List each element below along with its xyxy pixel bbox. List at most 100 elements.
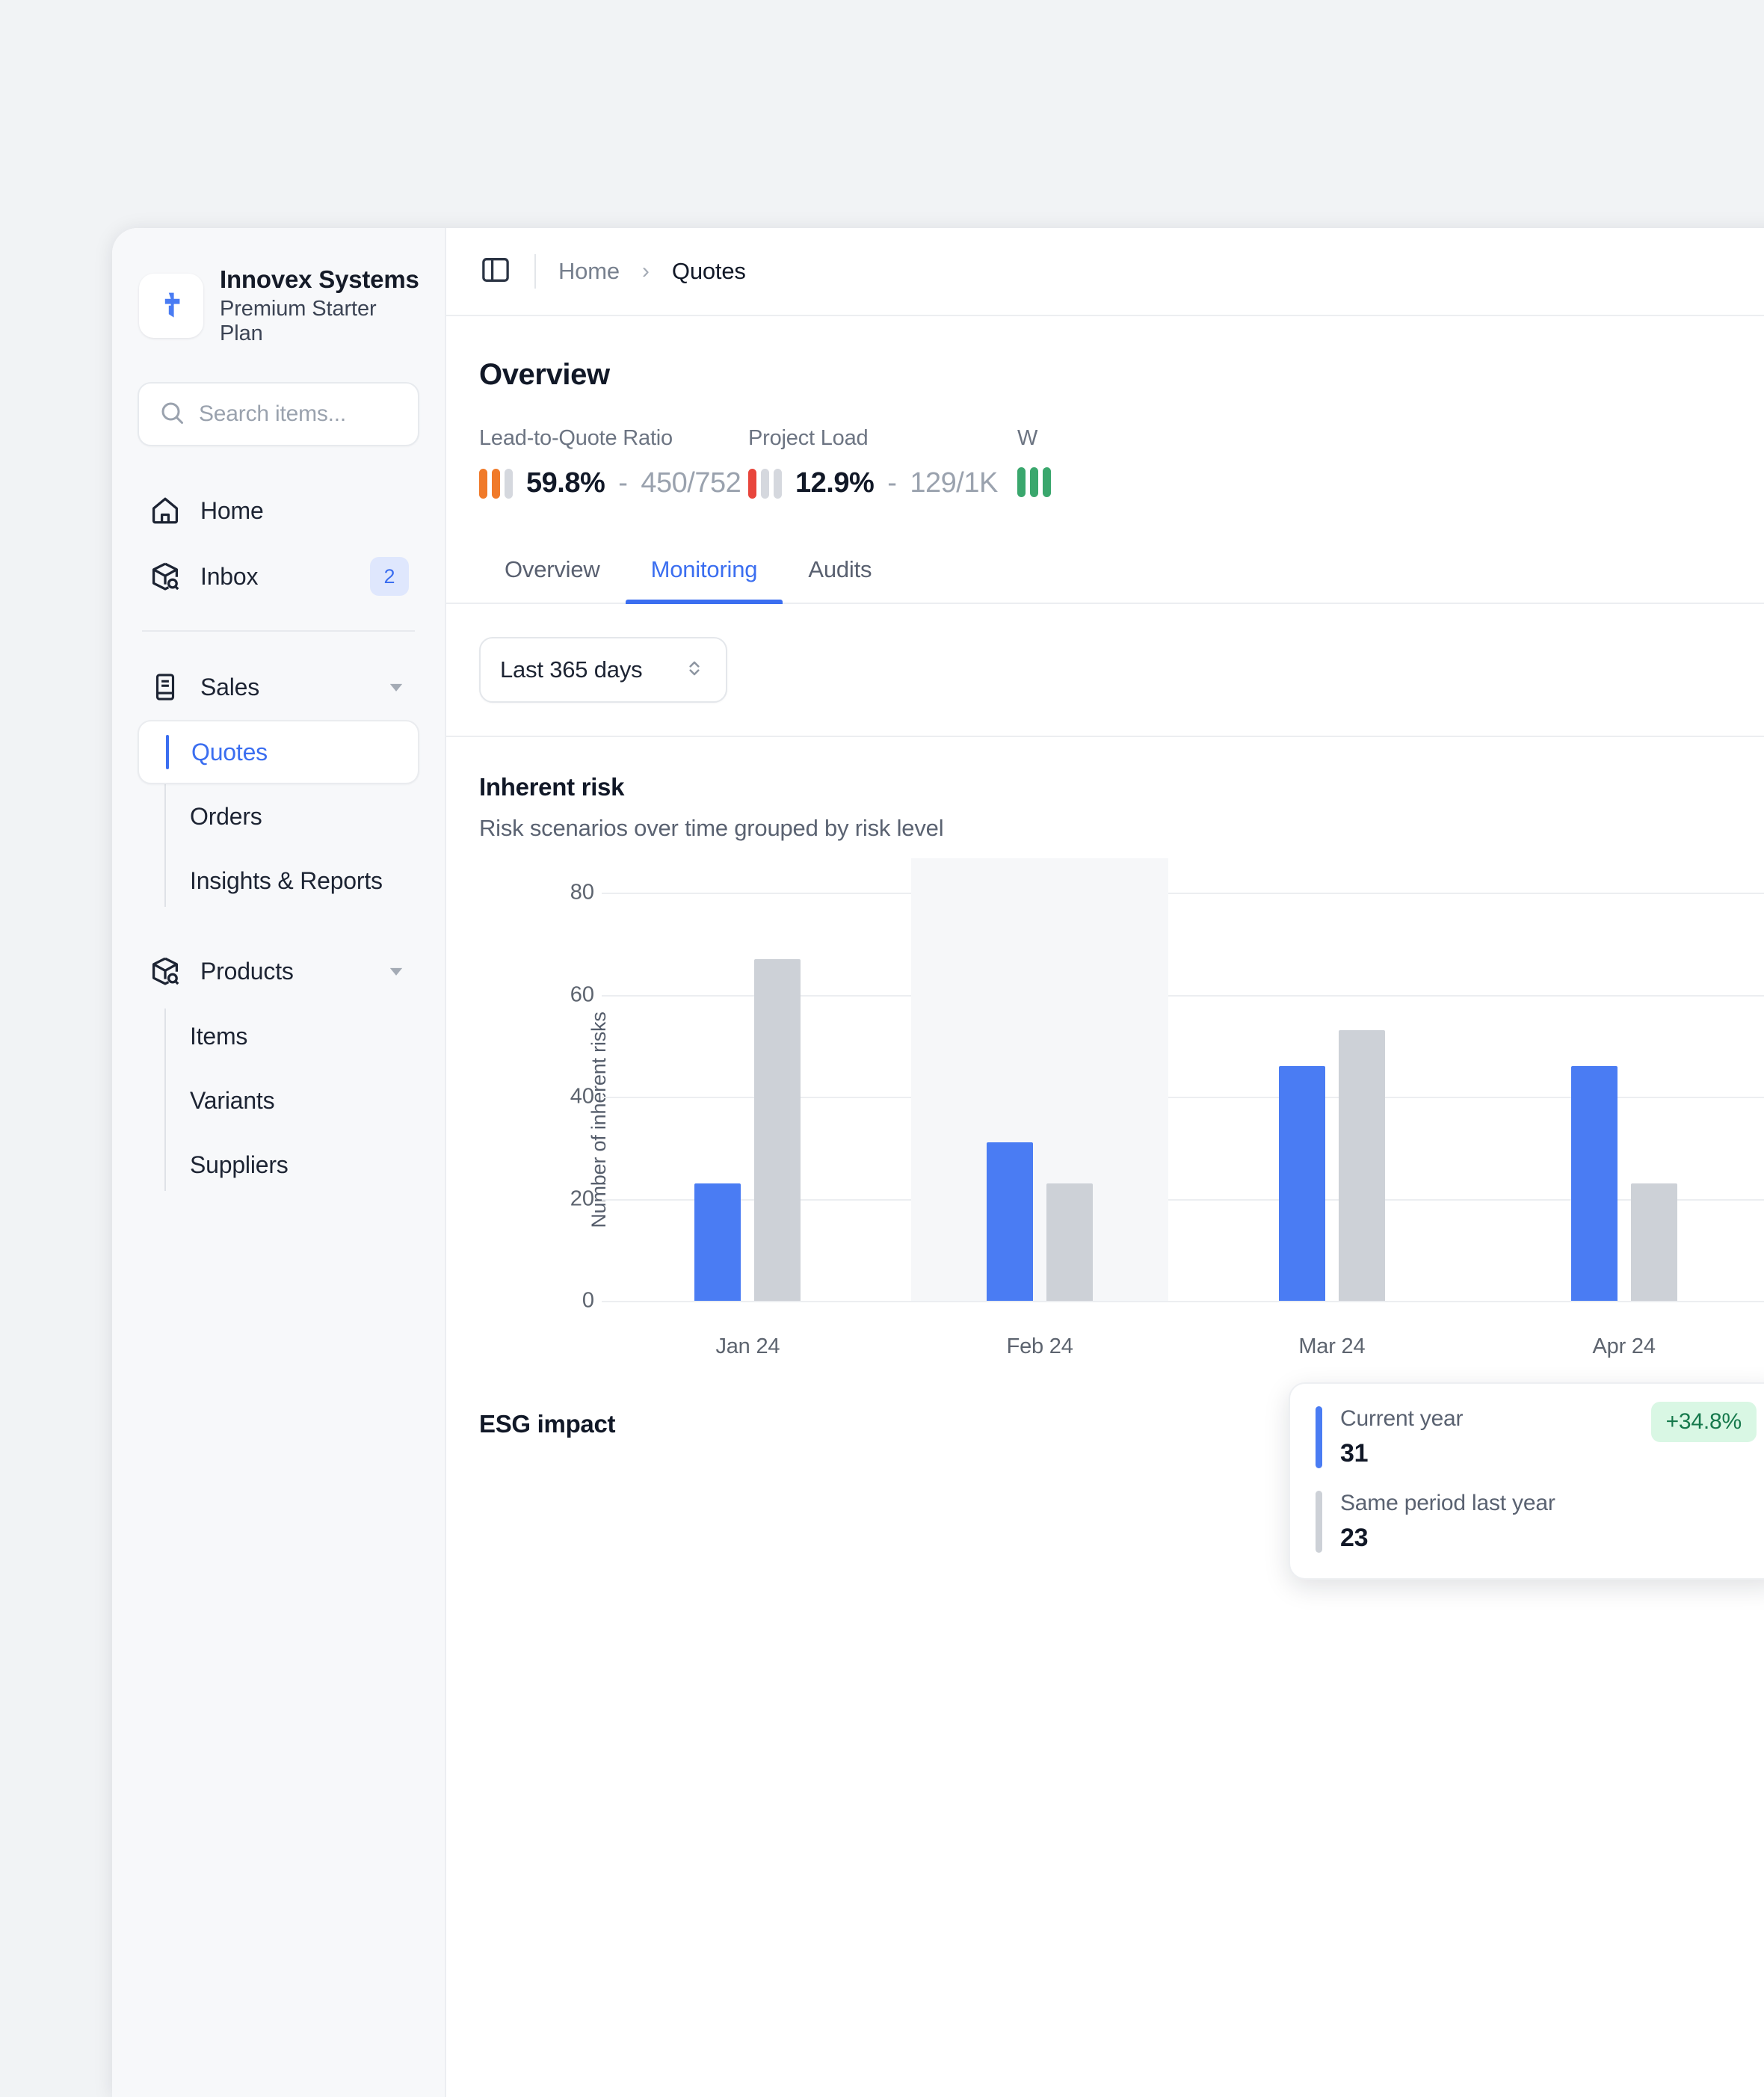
breadcrumb-home[interactable]: Home — [558, 258, 620, 285]
sidebar-item-quotes[interactable]: Quotes — [138, 720, 419, 784]
y-tick-0: 0 — [546, 1289, 594, 1314]
brand-header[interactable]: Innovex Systems Premium Starter Plan — [138, 259, 419, 346]
date-range-value: Last 365 days — [500, 656, 642, 683]
bar-group-feb[interactable]: Feb 24 — [894, 893, 1186, 1301]
breadcrumb-current: Quotes — [672, 258, 746, 285]
tab-audits[interactable]: Audits — [783, 543, 897, 603]
package-search-icon — [148, 559, 182, 594]
x-tick-label: Jan 24 — [602, 1334, 894, 1359]
chart-tooltip: Current year 31 +34.8% Same period last … — [1289, 1382, 1764, 1580]
tab-monitoring[interactable]: Monitoring — [626, 543, 783, 603]
sidebar-group-products[interactable]: Products — [138, 938, 419, 1004]
inbox-badge: 2 — [370, 557, 409, 596]
metric-truncated: W — [1017, 426, 1167, 499]
sidebar-item-label-home: Home — [200, 497, 409, 525]
metric-subvalue: 450/752 — [641, 467, 741, 499]
metric-level-indicator-icon — [748, 469, 782, 499]
bar-previous-feb[interactable] — [1046, 1183, 1093, 1301]
metric-dash: - — [618, 467, 627, 499]
sidebar-nav: Home Inbox 2 — [138, 478, 419, 1197]
x-tick-label: Apr 24 — [1478, 1334, 1764, 1359]
sidebar-group-label-products: Products — [200, 958, 366, 985]
chevron-down-icon[interactable] — [383, 674, 409, 700]
bar-previous-mar[interactable] — [1339, 1030, 1385, 1301]
chevron-right-icon: › — [642, 259, 650, 284]
metric-value: 59.8% — [526, 467, 605, 499]
overview-section: Overview Lead-to-Quote Ratio 59.8% - 450… — [446, 316, 1764, 499]
metric-lead-to-quote-ratio: Lead-to-Quote Ratio 59.8% - 450/752 — [479, 426, 748, 499]
breadcrumb: Home › Quotes — [558, 258, 746, 285]
tab-overview[interactable]: Overview — [479, 543, 626, 603]
search-placeholder: Search items... — [199, 401, 346, 427]
tooltip-row-previous: Same period last year 23 — [1316, 1491, 1755, 1553]
app-window: Innovex Systems Premium Starter Plan Sea… — [112, 228, 1764, 2097]
home-icon — [148, 493, 182, 528]
date-range-select[interactable]: Last 365 days — [479, 637, 727, 703]
chart-plot-area: 80 60 40 20 0 Jan 24 — [602, 893, 1764, 1301]
sidebar-item-label-insights-reports: Insights & Reports — [190, 867, 383, 895]
sidebar-subnav-sales: Quotes Orders Insights & Reports — [164, 720, 419, 913]
tab-label: Overview — [505, 556, 600, 582]
topbar: Home › Quotes — [446, 228, 1764, 316]
sidebar-toggle-icon[interactable] — [479, 253, 512, 290]
chart-bar-groups: Jan 24 Feb 24 Mar 24 — [602, 893, 1764, 1301]
bar-group-mar[interactable]: Mar 24 — [1186, 893, 1478, 1301]
sidebar-divider — [142, 630, 415, 632]
sidebar-group-label-sales: Sales — [200, 674, 366, 701]
bar-current-apr[interactable] — [1571, 1066, 1617, 1301]
sidebar-item-label-inbox: Inbox — [200, 563, 352, 591]
topbar-divider — [534, 254, 536, 289]
sidebar-item-home[interactable]: Home — [138, 478, 419, 544]
metric-label: W — [1017, 426, 1167, 451]
card-title: Inherent risk — [479, 773, 1764, 801]
metric-value: 12.9% — [795, 467, 874, 499]
search-icon — [158, 399, 185, 430]
bar-group-jan[interactable]: Jan 24 — [602, 893, 894, 1301]
bar-previous-apr[interactable] — [1631, 1183, 1677, 1301]
sidebar-item-suppliers[interactable]: Suppliers — [164, 1133, 419, 1197]
sidebar-item-items[interactable]: Items — [164, 1004, 419, 1068]
sidebar-item-label-suppliers: Suppliers — [190, 1151, 289, 1179]
chevron-down-icon[interactable] — [383, 958, 409, 984]
bar-group-apr[interactable]: Apr 24 — [1478, 893, 1764, 1301]
inherent-risk-card-header: Inherent risk Risk scenarios over time g… — [446, 737, 1764, 842]
tooltip-change-badge: +34.8% — [1651, 1402, 1757, 1442]
sidebar-item-insights-reports[interactable]: Insights & Reports — [164, 849, 419, 913]
main-content: Home › Quotes Overview Lead-to-Quote Rat… — [446, 228, 1764, 2097]
metric-project-load: Project Load 12.9% - 129/1K — [748, 426, 1017, 499]
tooltip-row-current: Current year 31 +34.8% — [1316, 1406, 1755, 1468]
x-tick-label: Feb 24 — [894, 1334, 1186, 1359]
metrics-row: Lead-to-Quote Ratio 59.8% - 450/752 Proj… — [479, 426, 1764, 499]
plus-logo-icon — [139, 274, 203, 338]
sidebar-group-sales[interactable]: Sales — [138, 654, 419, 720]
tooltip-label-current: Current year — [1340, 1406, 1463, 1432]
x-tick-label: Mar 24 — [1186, 1334, 1478, 1359]
sidebar-subnav-products: Items Variants Suppliers — [164, 1004, 419, 1197]
package-search-icon — [148, 954, 182, 988]
bar-current-feb[interactable] — [987, 1142, 1033, 1301]
sidebar-item-label-orders: Orders — [190, 803, 262, 831]
tab-bar: Overview Monitoring Audits — [446, 543, 1764, 604]
book-icon — [148, 670, 182, 704]
sidebar: Innovex Systems Premium Starter Plan Sea… — [112, 228, 446, 2097]
tooltip-value-current: 31 — [1340, 1439, 1463, 1468]
range-filter-area: Last 365 days — [446, 604, 1764, 737]
page-title: Overview — [479, 358, 1764, 392]
bar-current-mar[interactable] — [1279, 1066, 1325, 1301]
tab-label: Monitoring — [651, 556, 758, 582]
y-tick-20: 20 — [546, 1186, 594, 1211]
metric-level-indicator-icon — [1017, 467, 1051, 497]
y-tick-60: 60 — [546, 982, 594, 1007]
sidebar-item-variants[interactable]: Variants — [164, 1068, 419, 1133]
tooltip-value-previous: 23 — [1340, 1524, 1555, 1553]
bar-current-jan[interactable] — [694, 1183, 741, 1301]
search-input[interactable]: Search items... — [138, 382, 419, 446]
tooltip-color-swatch-previous — [1316, 1491, 1322, 1553]
sidebar-item-label-quotes: Quotes — [191, 739, 268, 766]
brand-name: Innovex Systems — [220, 265, 419, 294]
bar-previous-jan[interactable] — [754, 959, 801, 1301]
sidebar-item-orders[interactable]: Orders — [164, 784, 419, 849]
card-subtitle: Risk scenarios over time grouped by risk… — [479, 815, 1764, 842]
sidebar-item-inbox[interactable]: Inbox 2 — [138, 544, 419, 609]
tooltip-color-swatch-current — [1316, 1406, 1322, 1468]
